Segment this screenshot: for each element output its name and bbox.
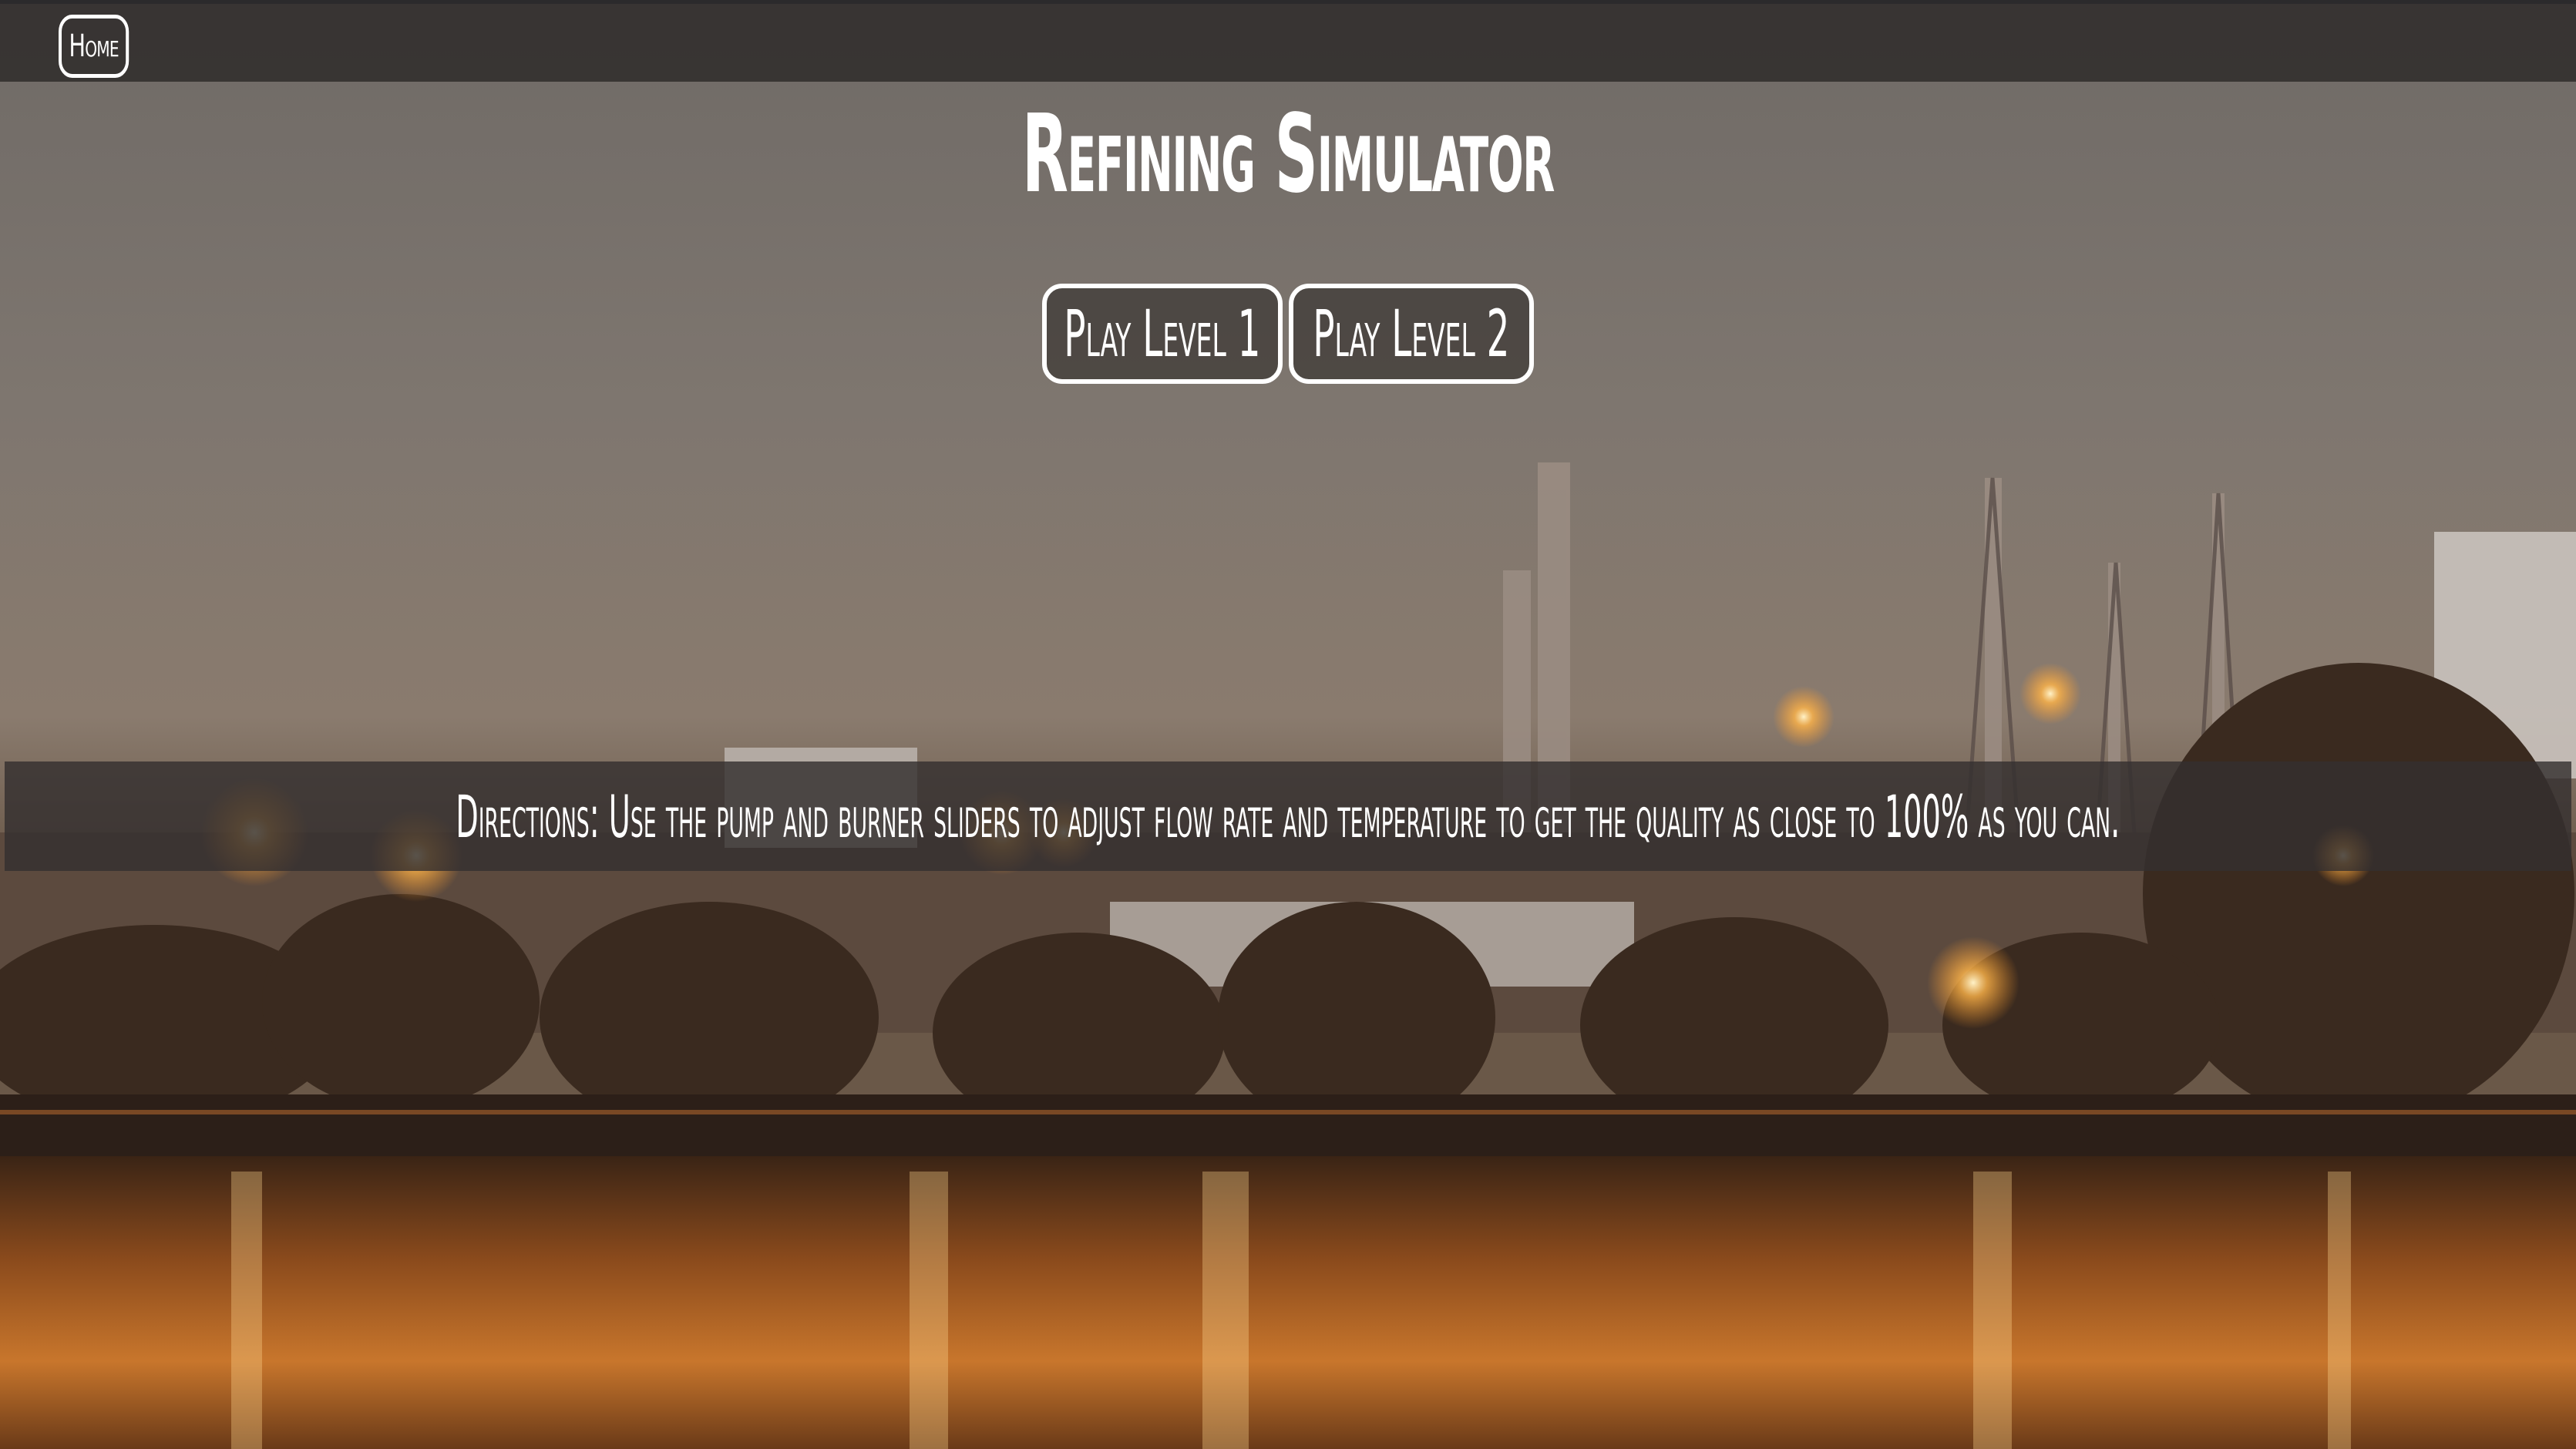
level-button-row: Play Level 1 Play Level 2 <box>0 284 2576 384</box>
directions-text: Directions: Use the pump and burner slid… <box>456 782 2120 851</box>
play-level-2-label: Play Level 2 <box>1313 296 1510 371</box>
play-level-1-button[interactable]: Play Level 1 <box>1042 284 1283 384</box>
play-level-2-button[interactable]: Play Level 2 <box>1289 284 1534 384</box>
play-level-1-label: Play Level 1 <box>1064 296 1261 371</box>
top-navbar: Home <box>0 0 2576 82</box>
page: Home Refining Simulator Play Level 1 Pla… <box>0 0 2576 1449</box>
refinery-background-image <box>0 0 2576 1449</box>
home-button[interactable]: Home <box>59 15 129 78</box>
page-title: Refining Simulator <box>1021 92 1555 217</box>
directions-banner: Directions: Use the pump and burner slid… <box>5 761 2571 871</box>
